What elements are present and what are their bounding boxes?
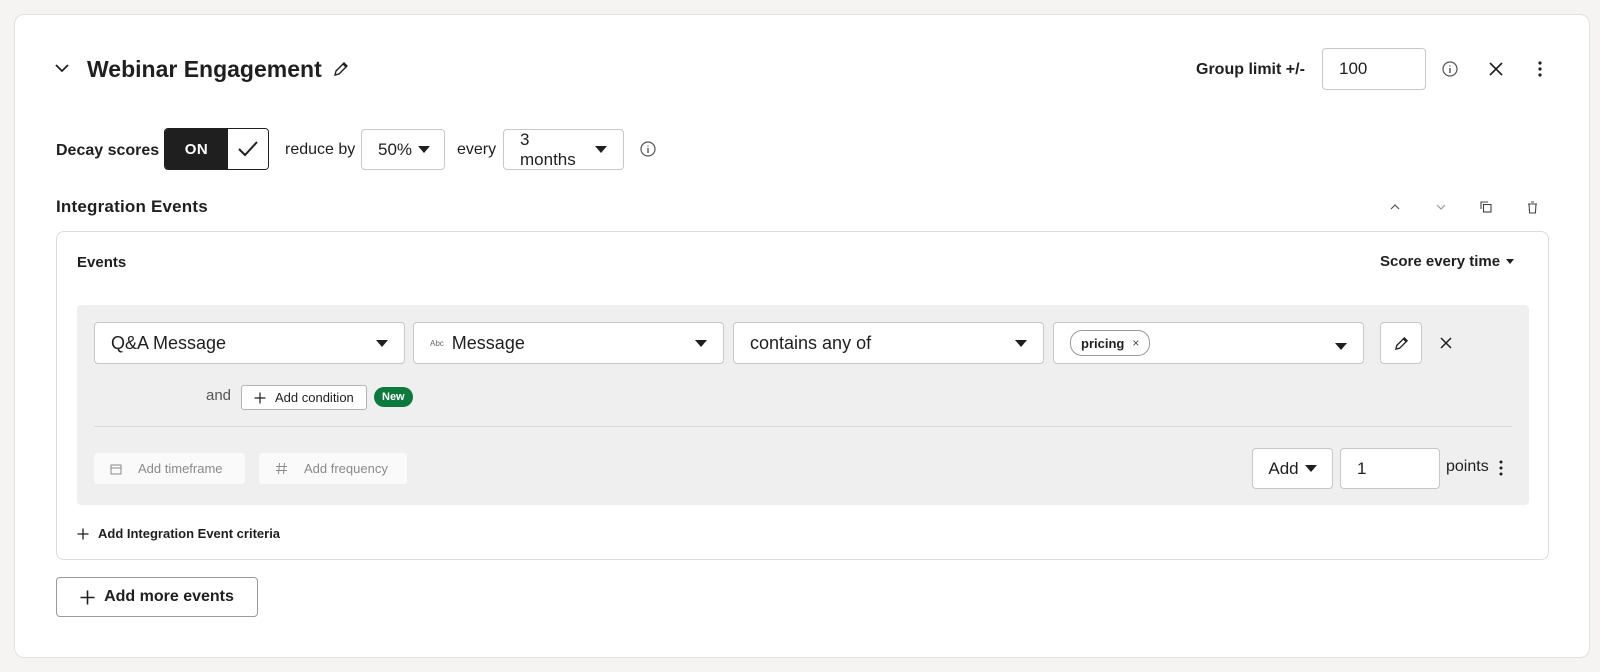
event-dropdown[interactable]: Q&A Message xyxy=(94,322,405,364)
decay-info-icon[interactable] xyxy=(638,139,658,159)
and-label: and xyxy=(206,387,232,404)
plus-icon xyxy=(77,528,89,539)
value-chip-label: pricing xyxy=(1081,335,1125,351)
caret-down-icon xyxy=(595,146,607,153)
score-action-value: Add xyxy=(1268,458,1299,478)
caret-down-icon xyxy=(376,339,388,347)
collapse-chevron-icon[interactable] xyxy=(52,58,72,78)
move-down-chevron-icon[interactable] xyxy=(1432,198,1450,216)
add-timeframe-button[interactable]: Add timeframe xyxy=(94,453,245,484)
add-timeframe-label: Add timeframe xyxy=(138,461,223,476)
add-condition-label: Add condition xyxy=(275,390,354,405)
toggle-on-label: ON xyxy=(165,129,228,169)
close-group-icon[interactable] xyxy=(1485,58,1507,80)
score-mode-value: Score every time xyxy=(1380,253,1501,270)
section-title: Integration Events xyxy=(56,197,208,216)
decay-toggle[interactable]: ON xyxy=(164,128,269,170)
caret-down-icon xyxy=(1335,342,1347,350)
remove-chip-icon[interactable]: × xyxy=(1132,336,1139,350)
checkmark-icon xyxy=(228,129,268,169)
add-more-events-button[interactable]: Add more events xyxy=(56,577,258,617)
hash-icon xyxy=(276,462,287,475)
duplicate-icon[interactable] xyxy=(1477,198,1495,216)
decay-period-value: 3 months xyxy=(520,129,576,169)
reduce-by-value: 50% xyxy=(378,139,413,159)
edit-filter-button[interactable] xyxy=(1380,322,1422,364)
operator-value: contains any of xyxy=(750,332,872,353)
add-criteria-button[interactable]: Add Integration Event criteria xyxy=(77,526,280,541)
reduce-by-label: reduce by xyxy=(285,141,356,158)
new-badge: New xyxy=(374,387,413,407)
divider xyxy=(94,426,1512,427)
add-criteria-label: Add Integration Event criteria xyxy=(98,526,281,541)
caret-down-icon xyxy=(418,146,431,153)
move-up-chevron-icon[interactable] xyxy=(1386,198,1404,216)
values-multiselect[interactable]: pricing × xyxy=(1053,322,1364,364)
points-label: points xyxy=(1446,458,1489,475)
remove-filter-icon[interactable] xyxy=(1436,333,1456,353)
text-property-icon: Abc xyxy=(430,338,444,348)
add-more-events-label: Add more events xyxy=(104,588,234,605)
add-frequency-button[interactable]: Add frequency xyxy=(259,453,407,484)
info-icon[interactable] xyxy=(1440,59,1460,79)
group-limit-label: Group limit +/- xyxy=(1196,61,1305,78)
operator-dropdown[interactable]: contains any of xyxy=(733,322,1044,364)
score-mode-dropdown[interactable]: Score every time xyxy=(1380,253,1515,270)
caret-down-icon xyxy=(695,339,707,347)
event-value: Q&A Message xyxy=(111,332,227,353)
caret-down-icon xyxy=(1304,465,1317,472)
caret-down-icon xyxy=(1015,339,1027,347)
add-frequency-label: Add frequency xyxy=(304,461,388,476)
delete-trash-icon[interactable] xyxy=(1523,198,1541,216)
row-more-options-icon[interactable] xyxy=(1493,458,1509,478)
group-limit-input[interactable] xyxy=(1322,48,1426,90)
more-options-icon[interactable] xyxy=(1530,58,1550,80)
property-dropdown[interactable]: Abc Message xyxy=(413,322,724,364)
calendar-icon xyxy=(110,464,122,474)
caret-down-icon xyxy=(1506,259,1515,264)
decay-scores-label: Decay scores xyxy=(56,142,160,159)
plus-icon xyxy=(254,392,266,403)
add-condition-button[interactable]: Add condition xyxy=(241,385,367,410)
every-label: every xyxy=(457,141,497,158)
points-input[interactable] xyxy=(1340,448,1440,489)
group-title: Webinar Engagement xyxy=(87,56,322,82)
events-label: Events xyxy=(77,254,127,271)
value-chip: pricing × xyxy=(1070,330,1151,356)
decay-period-dropdown[interactable]: 3 months xyxy=(503,129,624,170)
score-action-dropdown[interactable]: Add xyxy=(1252,448,1333,489)
plus-icon xyxy=(80,590,95,604)
reduce-by-dropdown[interactable]: 50% xyxy=(361,129,445,170)
property-value: Message xyxy=(451,332,525,353)
edit-title-pencil-icon[interactable] xyxy=(330,58,352,80)
